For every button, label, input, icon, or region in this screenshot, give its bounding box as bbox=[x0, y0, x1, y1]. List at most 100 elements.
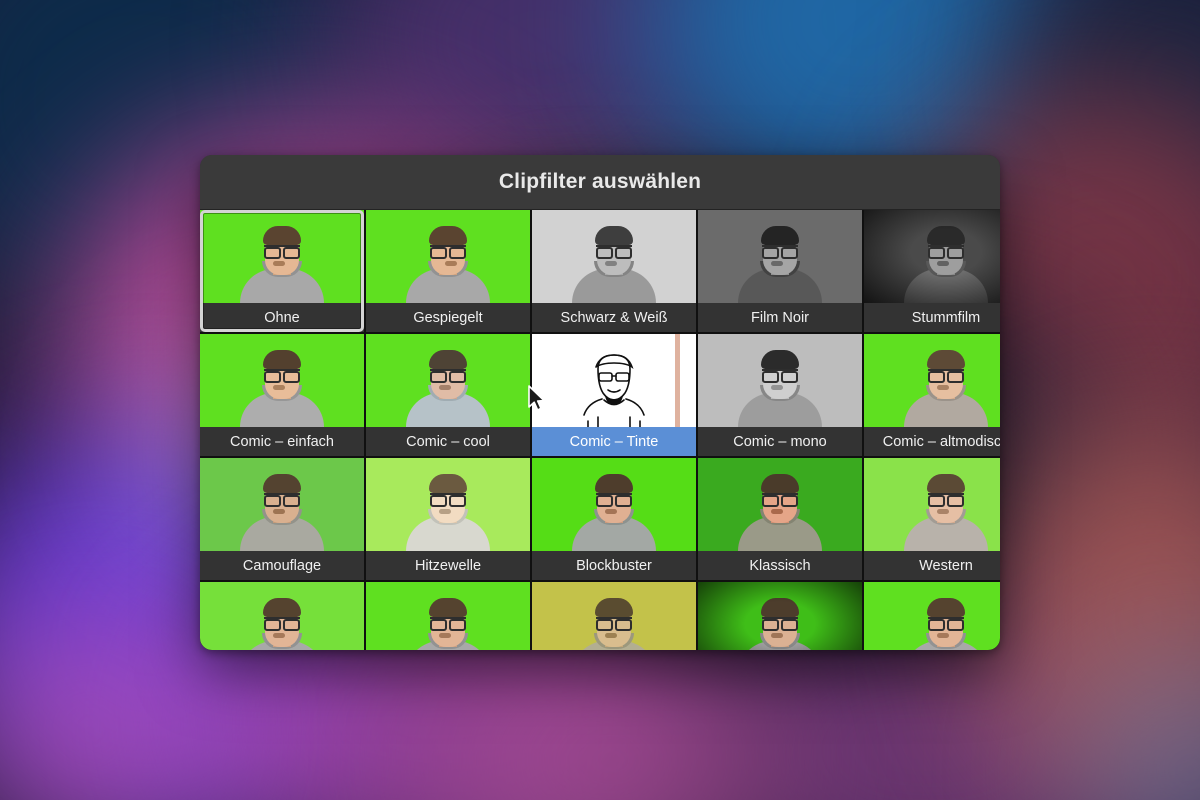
person-hair bbox=[595, 226, 633, 245]
filter-cell[interactable] bbox=[200, 582, 364, 650]
person-glasses bbox=[928, 493, 964, 507]
filter-thumbnail bbox=[366, 458, 530, 551]
person-hair bbox=[429, 350, 467, 369]
person-glasses bbox=[762, 245, 798, 259]
person-glasses bbox=[430, 369, 466, 383]
filter-thumbnail bbox=[698, 210, 862, 303]
filter-thumbnail bbox=[366, 210, 530, 303]
thumbnail-person bbox=[572, 595, 656, 650]
filter-thumbnail bbox=[366, 582, 530, 650]
grid-column-divider bbox=[862, 210, 864, 650]
filter-label: Klassisch bbox=[698, 551, 862, 580]
thumbnail-person-sketch bbox=[583, 354, 645, 427]
filter-cell-comic-tinte[interactable]: Comic – Tinte bbox=[532, 334, 696, 456]
person-mouth bbox=[439, 385, 451, 390]
person-mouth bbox=[771, 509, 783, 514]
person-mouth bbox=[771, 385, 783, 390]
filter-cell-camouflage[interactable]: Camouflage bbox=[200, 458, 364, 580]
person-glasses bbox=[928, 369, 964, 383]
filter-thumbnail bbox=[532, 582, 696, 650]
filter-cell-comic-cool[interactable]: Comic – cool bbox=[366, 334, 530, 456]
person-glasses bbox=[596, 245, 632, 259]
thumbnail-vignette bbox=[698, 582, 862, 650]
person-mouth bbox=[439, 509, 451, 514]
person-mouth bbox=[771, 261, 783, 266]
thumbnail-person bbox=[904, 471, 988, 551]
filter-cell[interactable] bbox=[366, 582, 530, 650]
thumbnail-person bbox=[738, 471, 822, 551]
person-mouth bbox=[273, 633, 285, 638]
thumbnail-person bbox=[406, 471, 490, 551]
grid-column-divider bbox=[364, 210, 366, 650]
filter-label: Stummfilm bbox=[864, 303, 1000, 332]
filter-label: Ohne bbox=[200, 303, 364, 332]
grid-row-divider bbox=[200, 456, 1000, 458]
person-mouth bbox=[439, 633, 451, 638]
filter-label: Comic – Tinte bbox=[532, 427, 696, 456]
thumbnail-person bbox=[240, 471, 324, 551]
filter-cell[interactable] bbox=[698, 582, 862, 650]
filter-label: Comic – cool bbox=[366, 427, 530, 456]
person-glasses bbox=[264, 617, 300, 631]
person-hair bbox=[595, 598, 633, 617]
person-glasses bbox=[762, 493, 798, 507]
person-hair bbox=[761, 226, 799, 245]
filter-cell-film-noir[interactable]: Film Noir bbox=[698, 210, 862, 332]
grid-column-divider bbox=[530, 210, 532, 650]
filter-grid[interactable]: Ohne Gespiegelt Schwarz & Weiß Film Noir… bbox=[200, 210, 1000, 650]
person-hair bbox=[429, 226, 467, 245]
filter-cell[interactable] bbox=[864, 582, 1000, 650]
person-hair bbox=[927, 350, 965, 369]
filter-cell-schwarz-wei[interactable]: Schwarz & Weiß bbox=[532, 210, 696, 332]
person-glasses bbox=[430, 245, 466, 253]
filter-cell-comic-einfach[interactable]: Comic – einfach bbox=[200, 334, 364, 456]
person-hair bbox=[429, 598, 467, 617]
person-glasses bbox=[596, 493, 632, 507]
person-hair bbox=[263, 226, 301, 245]
person-mouth bbox=[273, 261, 285, 266]
filter-cell-gespiegelt[interactable]: Gespiegelt bbox=[366, 210, 530, 332]
filter-cell[interactable] bbox=[532, 582, 696, 650]
person-glasses bbox=[596, 617, 632, 631]
filter-label: Comic – einfach bbox=[200, 427, 364, 456]
person-mouth bbox=[937, 509, 949, 514]
filter-label: Gespiegelt bbox=[366, 303, 530, 332]
thumbnail-person bbox=[406, 223, 490, 303]
thumbnail-vignette bbox=[864, 210, 1000, 303]
filter-cell-hitzewelle[interactable]: Hitzewelle bbox=[366, 458, 530, 580]
filter-cell-western[interactable]: Western bbox=[864, 458, 1000, 580]
filter-cell-stummfilm[interactable]: Stummfilm bbox=[864, 210, 1000, 332]
thumbnail-person bbox=[904, 595, 988, 650]
filter-thumbnail bbox=[532, 334, 696, 427]
person-glasses bbox=[264, 493, 300, 507]
person-glasses bbox=[264, 245, 300, 259]
person-hair bbox=[429, 474, 467, 493]
filter-cell-klassisch[interactable]: Klassisch bbox=[698, 458, 862, 580]
filter-label: Western bbox=[864, 551, 1000, 580]
person-hair bbox=[927, 598, 965, 617]
filter-thumbnail bbox=[698, 458, 862, 551]
filter-thumbnail bbox=[864, 210, 1000, 303]
filter-cell-comic-mono[interactable]: Comic – mono bbox=[698, 334, 862, 456]
thumbnail-person bbox=[240, 595, 324, 650]
filter-cell-comic-altmodisch[interactable]: Comic – altmodisch bbox=[864, 334, 1000, 456]
grid-row-divider bbox=[200, 580, 1000, 582]
person-mouth bbox=[605, 509, 617, 514]
person-hair bbox=[595, 474, 633, 493]
person-hair bbox=[927, 474, 965, 493]
person-mouth bbox=[273, 385, 285, 390]
filter-thumbnail bbox=[200, 582, 364, 650]
person-mouth bbox=[937, 633, 949, 638]
person-hair bbox=[263, 598, 301, 617]
filter-cell-ohne[interactable]: Ohne bbox=[200, 210, 364, 332]
arrow-pointer-icon bbox=[528, 385, 545, 411]
filter-cell-blockbuster[interactable]: Blockbuster bbox=[532, 458, 696, 580]
filter-thumbnail bbox=[864, 334, 1000, 427]
thumbnail-person bbox=[406, 347, 490, 427]
filter-thumbnail bbox=[864, 458, 1000, 551]
person-glasses bbox=[430, 617, 466, 631]
filter-thumbnail bbox=[532, 210, 696, 303]
person-hair bbox=[761, 474, 799, 493]
thumbnail-person bbox=[904, 347, 988, 427]
grid-row-divider bbox=[200, 332, 1000, 334]
